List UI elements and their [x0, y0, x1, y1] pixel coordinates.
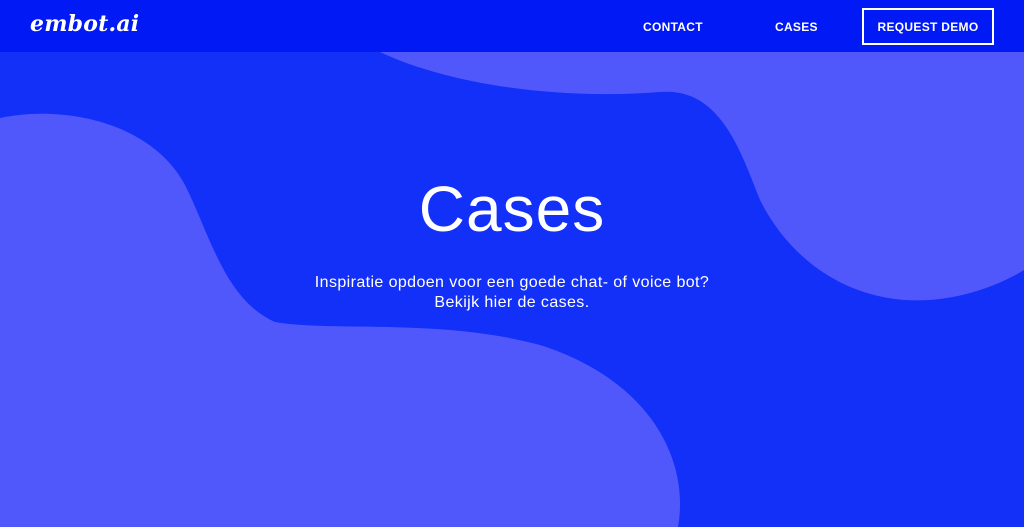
- top-navigation-bar: embot.ai CONTACT CASES REQUEST DEMO: [0, 0, 1024, 52]
- hero-section: Cases Inspiratie opdoen voor een goede c…: [0, 0, 1024, 527]
- hero-subtitle-line-1: Inspiratie opdoen voor een goede chat- o…: [314, 274, 710, 291]
- embot-logo[interactable]: embot.ai: [30, 11, 139, 37]
- nav-link-contact[interactable]: CONTACT: [643, 20, 703, 34]
- request-demo-button[interactable]: REQUEST DEMO: [862, 8, 994, 45]
- page-title: Cases: [418, 173, 606, 245]
- hero-subtitle-line-2: Bekijk hier de cases.: [434, 294, 590, 311]
- nav-link-cases[interactable]: CASES: [775, 20, 818, 34]
